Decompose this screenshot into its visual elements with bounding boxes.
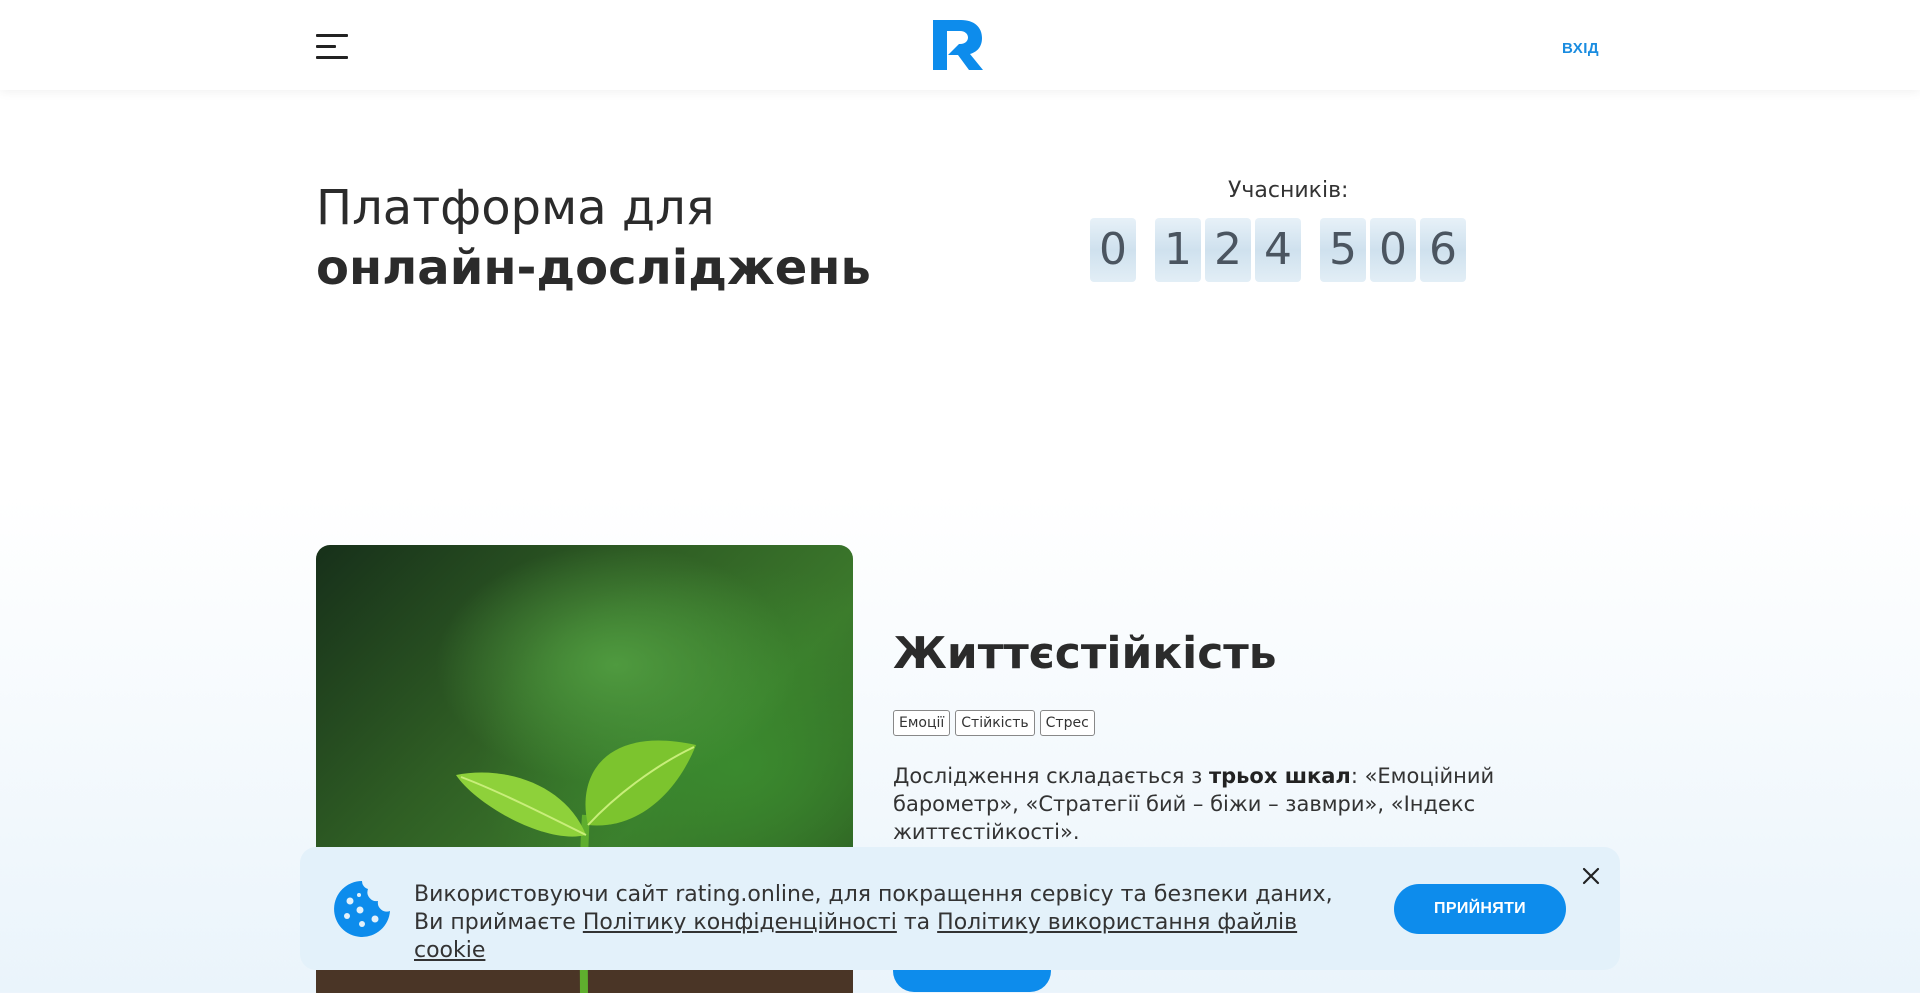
participants-label: Учасників: (1228, 178, 1349, 203)
login-link[interactable]: ВХІД (1562, 40, 1599, 57)
accept-cookies-button[interactable]: ПРИЙНЯТИ (1394, 884, 1566, 934)
logo[interactable] (933, 20, 985, 70)
cookie-banner: Використовуючи сайт rating.online, для п… (300, 847, 1620, 970)
counter-digit: 4 (1255, 218, 1301, 282)
counter-digit: 2 (1205, 218, 1251, 282)
study-title: Життєстійкість (893, 628, 1277, 679)
study-desc-text: Дослідження складається з (893, 764, 1209, 788)
close-icon[interactable] (1582, 867, 1600, 885)
counter-digit: 5 (1320, 218, 1366, 282)
counter-digit: 6 (1420, 218, 1466, 282)
counter-digit: 0 (1370, 218, 1416, 282)
counter-digit: 0 (1090, 218, 1136, 282)
site-header: ВХІД (0, 0, 1920, 90)
study-description: Дослідження складається з трьох шкал: «Е… (893, 762, 1533, 846)
hero-title: Платформа для онлайн-досліджень (316, 178, 871, 298)
cookie-icon (332, 879, 392, 939)
hero-title-light: Платформа для (316, 180, 715, 236)
cookie-text: та (896, 910, 938, 935)
study-desc-bold: трьох шкал (1208, 764, 1351, 788)
privacy-policy-link[interactable]: Політику конфіденційності (583, 910, 897, 935)
study-tags: Емоції Стійкість Стрес (893, 710, 1095, 736)
hero-title-bold: онлайн-досліджень (316, 240, 871, 296)
tag[interactable]: Стійкість (955, 710, 1035, 736)
hamburger-menu-icon[interactable] (316, 34, 350, 62)
tag[interactable]: Стрес (1039, 710, 1095, 736)
counter-digit: 1 (1155, 218, 1201, 282)
tag[interactable]: Емоції (893, 710, 951, 736)
cookie-message: Використовуючи сайт rating.online, для п… (414, 881, 1354, 965)
